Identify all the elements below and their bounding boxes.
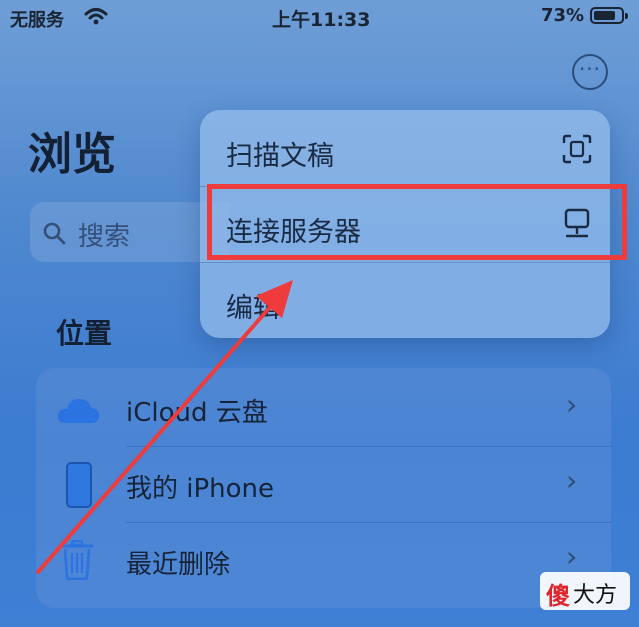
scan-document-icon xyxy=(562,134,592,164)
menu-item-label: 扫描文稿 xyxy=(226,141,334,172)
watermark-char: 傻 xyxy=(546,582,570,610)
status-bar: 无服务 上午11:33 73% xyxy=(0,0,639,34)
clock: 上午11:33 xyxy=(272,9,371,31)
page-title: 浏览 xyxy=(28,129,116,180)
chevron-right-icon: › xyxy=(566,540,578,573)
battery-percentage: 73% xyxy=(541,5,585,26)
divider xyxy=(126,522,611,523)
location-label: 我的 iPhone xyxy=(126,474,275,504)
locations-list: iCloud 云盘 › 我的 iPhone › 最近删除 › xyxy=(36,368,611,608)
battery-icon xyxy=(590,7,628,24)
wifi-icon xyxy=(84,8,108,25)
search-icon xyxy=(43,222,66,245)
location-label: 最近删除 xyxy=(126,550,231,580)
location-label: iCloud 云盘 xyxy=(126,398,268,428)
menu-item-scan-documents[interactable]: 扫描文稿 xyxy=(200,112,610,188)
chevron-right-icon: › xyxy=(566,388,578,421)
search-placeholder: 搜索 xyxy=(78,222,131,252)
section-header-locations: 位置 xyxy=(56,317,113,350)
trash-icon xyxy=(60,540,94,580)
divider xyxy=(126,446,611,447)
chevron-right-icon: › xyxy=(566,464,578,497)
divider xyxy=(200,262,610,263)
location-item-icloud[interactable]: iCloud 云盘 › xyxy=(36,372,611,446)
highlight-box xyxy=(207,184,627,260)
cloud-icon xyxy=(57,399,99,423)
watermark-text: 大方 xyxy=(573,583,618,608)
ellipsis-circle-icon[interactable]: ··· xyxy=(572,54,608,90)
location-item-iphone[interactable]: 我的 iPhone › xyxy=(36,448,611,522)
watermark-logo: 傻 大方 xyxy=(540,572,630,610)
menu-item-edit[interactable]: 编辑 xyxy=(200,264,610,340)
phone-icon xyxy=(66,462,92,508)
menu-item-label: 编辑 xyxy=(226,293,280,324)
carrier-label: 无服务 xyxy=(10,10,64,31)
location-item-recently-deleted[interactable]: 最近删除 › xyxy=(36,524,611,598)
